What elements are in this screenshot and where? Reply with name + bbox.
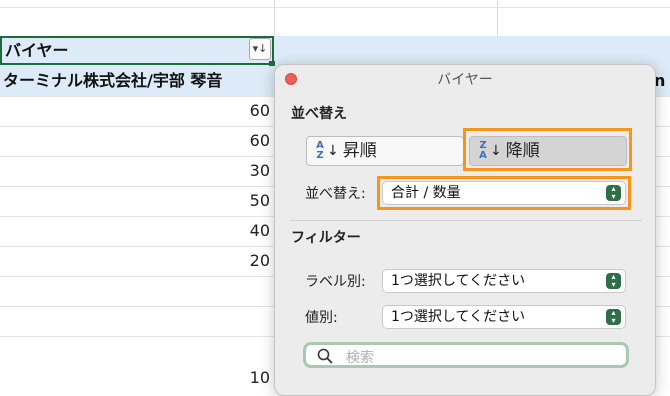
divider (290, 220, 642, 221)
value-cell[interactable]: 50 (180, 191, 270, 210)
popover-title: バイヤー (437, 72, 493, 88)
value-cell[interactable]: 20 (180, 251, 270, 270)
filter-section-heading: フィルター (291, 230, 361, 246)
by-value-label: 値別: (305, 310, 338, 326)
arrow-down-icon: ↓ (327, 143, 339, 159)
row-divider (0, 7, 670, 8)
sort-az-icon: AZ (316, 140, 324, 161)
selected-header-cell[interactable]: バイヤー (0, 36, 274, 65)
ascending-button[interactable]: A Z ↓ 昇順 (306, 136, 464, 166)
value-cell[interactable]: 30 (180, 161, 270, 180)
value-cell[interactable]: 60 (180, 131, 270, 150)
sort-by-label: 並べ替え: (305, 186, 366, 202)
by-label-value: 1つ選択してください (391, 273, 526, 289)
by-value-value: 1つ選択してください (391, 309, 526, 325)
search-input[interactable]: 検索 (303, 342, 629, 368)
value-cell[interactable]: 40 (180, 221, 270, 240)
row-label-cell[interactable]: ターミナル株式会社/宇部 琴音 (0, 66, 274, 96)
clipped-cell-text: n (654, 71, 666, 90)
header-cell-label: バイヤー (5, 41, 69, 60)
chevron-updown-icon: ▴ ▾ (606, 273, 621, 289)
value-cell[interactable]: 10 (180, 368, 270, 387)
value-cell[interactable]: 60 (180, 101, 270, 120)
by-value-select[interactable]: 1つ選択してください ▴ ▾ (382, 305, 626, 329)
filter-popover: バイヤー 並べ替え A Z ↓ 昇順 Z A ↓ 降順 並べ替え: 合計 / 数量 ▴ ▾ フ… (274, 64, 656, 396)
by-label-select[interactable]: 1つ選択してください ▴ ▾ (382, 269, 626, 293)
sort-section-heading: 並べ替え (291, 106, 347, 122)
chevron-updown-icon: ▴ ▾ (606, 309, 621, 325)
by-label-label: ラベル別: (305, 274, 366, 290)
highlight-box (463, 128, 632, 171)
search-icon (317, 348, 333, 364)
sort-filter-icon[interactable]: ▾↓ (249, 38, 271, 60)
search-placeholder: 検索 (346, 350, 374, 366)
highlight-box (377, 176, 631, 210)
row-label-text: ターミナル株式会社/宇部 琴音 (3, 71, 223, 90)
ascending-label: 昇順 (342, 141, 377, 161)
